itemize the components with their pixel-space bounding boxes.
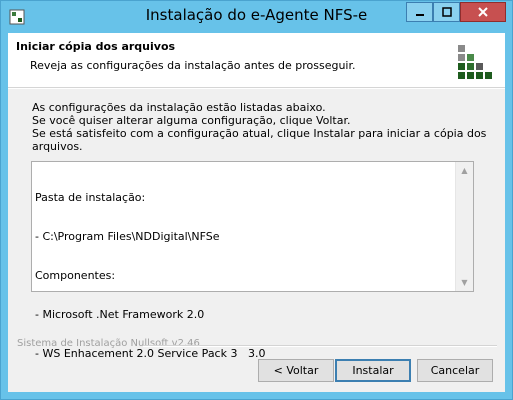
scroll-up-button[interactable]: ▲ [456,162,473,179]
instructions: As configurações da instalação estão lis… [32,101,505,153]
summary-text: Pasta de instalação: - C:\Program Files\… [35,165,265,386]
instruction-line: As configurações da instalação estão lis… [32,101,326,114]
maximize-button[interactable] [433,2,460,22]
maximize-icon [441,7,452,17]
nullsoft-installer-logo [458,45,492,79]
close-icon [478,7,488,17]
instruction-line: Se você quiser alterar alguma configuraç… [32,114,351,127]
page-header: Iniciar cópia dos arquivos Reveja as con… [8,33,505,88]
settings-summary-box[interactable]: Pasta de instalação: - C:\Program Files\… [31,161,474,360]
page-subtitle: Reveja as configurações da instalação an… [30,59,356,72]
install-button[interactable]: Instalar [335,359,411,382]
footer-divider [143,345,497,347]
vertical-scrollbar[interactable]: ▲ ▼ [455,162,473,291]
summary-line: - Microsoft .Net Framework 2.0 [35,308,205,321]
page-title: Iniciar cópia dos arquivos [16,40,176,53]
cancel-button[interactable]: Cancelar [417,359,493,382]
close-button[interactable] [460,2,506,22]
title-bar[interactable]: Instalação do e-Agente NFS-e [1,1,512,33]
summary-line: Componentes: [35,269,116,282]
chevron-up-icon: ▲ [461,166,468,175]
back-button[interactable]: < Voltar [258,359,334,382]
header-divider [8,88,505,89]
installer-window: Instalação do e-Agente NFS-e Iniciar cóp… [0,0,513,400]
minimize-icon [415,14,424,16]
minimize-button[interactable] [406,2,433,22]
summary-line: Pasta de instalação: [35,191,146,204]
installer-branding: Sistema de Instalação Nullsoft v2.46 [17,338,200,349]
summary-line: - C:\Program Files\NDDigital\NFSe [35,230,220,243]
scroll-down-button[interactable]: ▼ [456,274,473,291]
chevron-down-icon: ▼ [461,278,468,287]
instruction-line: Se está satisfeito com a configuração at… [32,127,487,153]
dialog-body: Iniciar cópia dos arquivos Reveja as con… [8,33,505,392]
